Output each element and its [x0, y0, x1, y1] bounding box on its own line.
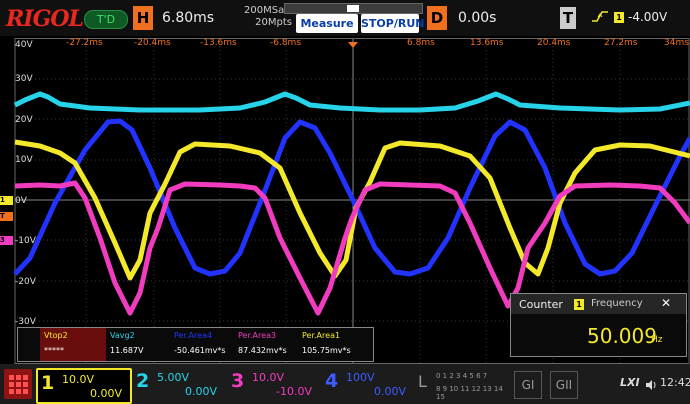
counter-source: 1	[574, 299, 584, 310]
time-tick: 13.6ms	[470, 38, 504, 48]
measurement-panel: Vtop2 ***** Vavg2 11.687V Per.Area4 -50.…	[17, 327, 374, 362]
rigol-logo: RIGOL	[6, 6, 84, 32]
channel-offset: 0.00V	[89, 387, 122, 400]
delay-icon[interactable]: D	[427, 6, 447, 30]
measurement-item[interactable]: Per.Area3 87.432mv*s	[234, 328, 300, 361]
measurement-name: Per.Area4	[174, 331, 213, 340]
channel-4-box[interactable]: 4 100V 0.00V	[322, 368, 414, 400]
time-tick: 27.2ms	[604, 38, 638, 48]
horizontal-icon[interactable]: H	[133, 6, 153, 30]
ch1-offset-marker[interactable]: 1	[0, 196, 13, 205]
trigger-level-marker[interactable]: T	[0, 212, 13, 221]
mode-badge[interactable]: T'D	[84, 10, 128, 29]
logic-label: L	[418, 372, 427, 391]
volt-tick: -30V	[15, 317, 36, 327]
clock: 12:42	[660, 376, 690, 389]
channel-3-box[interactable]: 3 10.0V -10.0V	[228, 368, 320, 400]
trigger-source: 1	[614, 12, 624, 23]
top-status-bar: RIGOL T'D H 6.80ms 200MSa/s 20Mpts Measu…	[0, 0, 690, 36]
measurement-name: Vavg2	[110, 331, 135, 340]
time-tick: -20.4ms	[134, 38, 171, 48]
stop-run-button[interactable]: STOP/RUN	[361, 14, 424, 33]
measurement-name: Per.Area1	[302, 331, 341, 340]
counter-title: Counter	[519, 298, 563, 311]
overview-window[interactable]	[347, 5, 359, 12]
measurement-value: 87.432mv*s	[238, 346, 287, 355]
decoder-1-button[interactable]: GI	[514, 371, 542, 399]
decoder-2-button[interactable]: GII	[550, 371, 578, 399]
measure-button[interactable]: Measure	[296, 14, 358, 33]
measurement-value: 11.687V	[110, 346, 144, 355]
trigger-level[interactable]: -4.00V	[628, 10, 667, 24]
logic-analyzer-box[interactable]: L 0 1 2 3 4 5 6 7 8 9 10 11 12 13 14 15	[416, 370, 508, 401]
time-tick: 34ms	[664, 38, 689, 48]
channel-1-box[interactable]: 1 10.0V 0.00V	[36, 368, 132, 404]
time-tick: -13.6ms	[200, 38, 237, 48]
volt-tick: 0V	[15, 196, 27, 206]
time-tick: -6.8ms	[270, 38, 302, 48]
channel-scale: 5.00V	[157, 371, 190, 384]
grid-menu-icon	[9, 375, 28, 394]
volt-tick: 30V	[15, 74, 33, 84]
volt-tick: 20V	[15, 115, 33, 125]
trigger-icon[interactable]: T	[560, 7, 576, 29]
counter-header: Counter 1 Frequency ✕	[511, 294, 686, 314]
delay-value[interactable]: 0.00s	[458, 10, 496, 26]
channel-2-box[interactable]: 2 5.00V 0.00V	[133, 368, 225, 400]
channel-number: 3	[231, 370, 245, 392]
ch3-offset-marker[interactable]: 3	[0, 236, 13, 245]
counter-value: 50.009	[587, 324, 657, 348]
channel-scale: 100V	[346, 371, 375, 384]
measurement-value: -50.461mv*s	[174, 346, 226, 355]
measurement-value: 105.75mv*s	[302, 346, 351, 355]
volt-tick: 40V	[15, 40, 33, 50]
channel-number: 1	[41, 372, 55, 394]
logic-channels-high: 8 9 10 11 12 13 14 15	[436, 385, 503, 401]
volume-icon[interactable]	[645, 376, 657, 395]
channel-offset: 0.00V	[373, 385, 406, 398]
volt-tick: 10V	[15, 155, 33, 165]
rising-edge-icon	[591, 9, 609, 26]
volt-tick: -10V	[15, 236, 36, 246]
measurement-item[interactable]: Vtop2 *****	[40, 328, 106, 361]
channel-scale: 10.0V	[62, 373, 95, 386]
channel-number: 4	[325, 370, 339, 392]
measurement-name: Vtop2	[44, 331, 68, 340]
counter-panel: Counter 1 Frequency ✕ 50.009 Hz	[510, 293, 687, 357]
waveform-overview-bar[interactable]	[284, 3, 423, 14]
channel-offset: -10.0V	[276, 385, 312, 398]
measurement-value: *****	[44, 346, 64, 355]
bottom-channel-bar: 1 10.0V 0.00V 2 5.00V 0.00V 3 10.0V -10.…	[0, 364, 690, 404]
lxi-icon: LXI	[620, 376, 640, 389]
timebase-value[interactable]: 6.80ms	[162, 10, 214, 26]
measurement-item[interactable]: Per.Area1 105.75mv*s	[298, 328, 370, 361]
channel-number: 2	[136, 370, 150, 392]
time-tick: 6.8ms	[407, 38, 435, 48]
logic-channels-low: 0 1 2 3 4 5 6 7	[436, 372, 488, 380]
memory-depth: 20Mpts	[255, 17, 292, 28]
menu-button[interactable]	[4, 369, 32, 399]
volt-tick: -20V	[15, 277, 36, 287]
counter-unit: Hz	[651, 335, 663, 345]
time-tick: 20.4ms	[537, 38, 571, 48]
time-tick: -27.2ms	[66, 38, 103, 48]
measurement-item[interactable]: Per.Area4 -50.461mv*s	[170, 328, 236, 361]
channel-offset: 0.00V	[184, 385, 217, 398]
close-icon[interactable]: ✕	[661, 296, 671, 310]
measurement-item[interactable]: Vavg2 11.687V	[106, 328, 172, 361]
counter-mode: Frequency	[591, 298, 643, 309]
channel-scale: 10.0V	[252, 371, 285, 384]
measurement-name: Per.Area3	[238, 331, 277, 340]
